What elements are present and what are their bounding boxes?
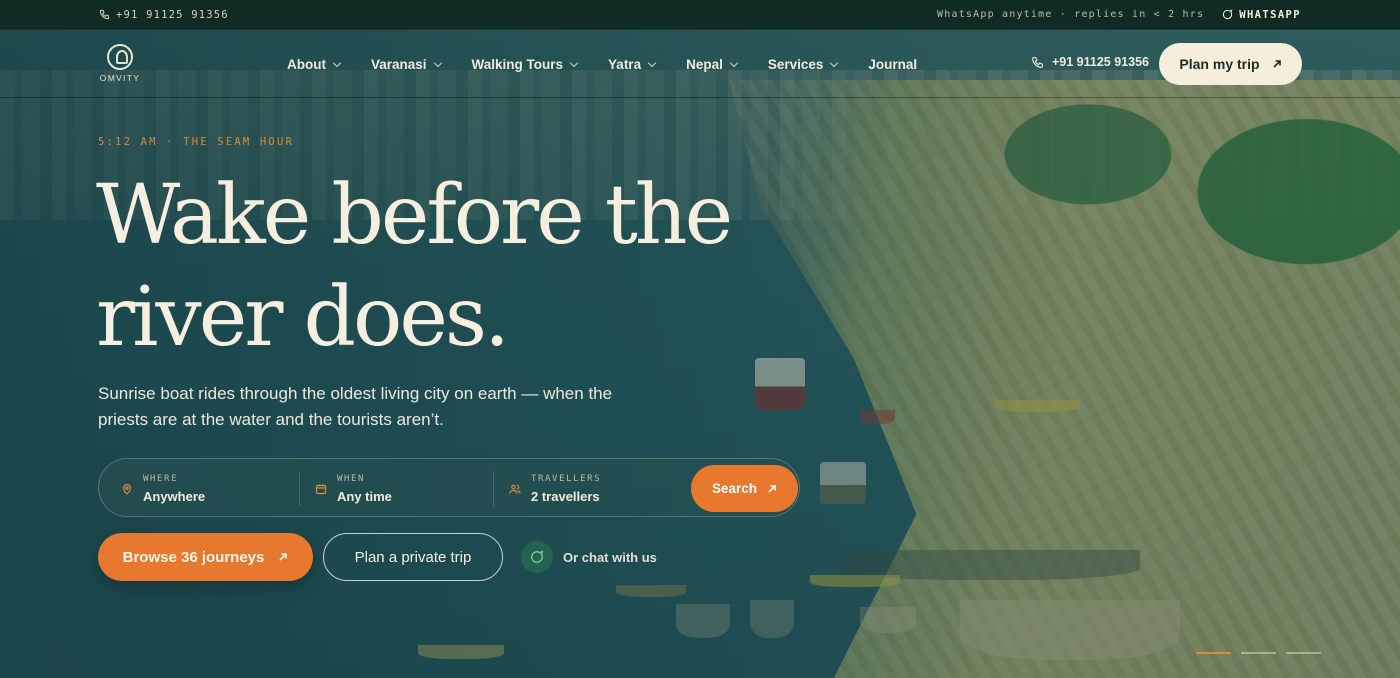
chevron-down-icon [332, 58, 342, 67]
chat-bubble-icon [1223, 9, 1233, 20]
nav-item-about[interactable]: About [287, 57, 342, 72]
topbar-phone: +91 91125 91356 [116, 8, 229, 21]
whatsapp-link[interactable]: WHATSAPP [1222, 9, 1301, 21]
phone-icon [99, 9, 110, 20]
chevron-down-icon [647, 58, 657, 67]
omvity-logo-icon [107, 44, 133, 70]
phone-icon [1032, 56, 1043, 68]
topbar-phone-link[interactable]: +91 91125 91356 [99, 9, 229, 21]
nav-item-journal[interactable]: Journal [868, 57, 917, 72]
nav-phone-link[interactable]: +91 91125 91356 [1031, 55, 1149, 69]
chevron-down-icon [830, 58, 839, 67]
main-navigation: OMVITY About Varanasi Walking Tours Yatr… [0, 30, 1400, 98]
slide-indicator[interactable] [1241, 652, 1276, 654]
nav-item-varanasi[interactable]: Varanasi [371, 57, 442, 72]
nav-item-services[interactable]: Services [768, 57, 839, 72]
search-button[interactable]: Search [691, 465, 798, 512]
travellers-field[interactable]: TRAVELLERS 2 travellers [509, 459, 601, 518]
where-field[interactable]: WHERE Anywhere [121, 459, 205, 518]
hero-headline: Wake before the river does. [96, 168, 733, 365]
hero-eyebrow: 5:12 AM · THE SEAM HOUR [98, 136, 294, 148]
whatsapp-note: WhatsApp anytime · replies in < 2 hrs [937, 9, 1205, 20]
chevron-down-icon [569, 58, 579, 67]
browse-journeys-button[interactable]: Browse 36 journeys [98, 533, 313, 581]
arrow-up-right-icon [768, 484, 776, 493]
trip-search-bar: WHERE Anywhere WHEN Any time TRAVELLERS … [98, 458, 800, 517]
when-field[interactable]: WHEN Any time [315, 459, 392, 518]
brand-logo[interactable]: OMVITY [97, 44, 143, 83]
chevron-down-icon [433, 58, 442, 67]
plan-private-trip-button[interactable]: Plan a private trip [323, 533, 503, 581]
calendar-icon [315, 484, 327, 494]
where-value: Anywhere [143, 488, 206, 504]
people-icon [509, 484, 521, 494]
whatsapp-icon [521, 541, 553, 573]
plan-my-trip-button[interactable]: Plan my trip [1159, 43, 1302, 85]
slide-indicator[interactable] [1196, 652, 1231, 654]
nav-item-yatra[interactable]: Yatra [608, 57, 657, 72]
chat-with-us-link[interactable]: Or chat with us [521, 541, 657, 573]
slide-indicators [1196, 652, 1321, 654]
utility-bar: +91 91125 91356 WhatsApp anytime · repli… [0, 0, 1400, 30]
map-pin-icon [122, 483, 132, 495]
hero-subtitle: Sunrise boat rides through the oldest li… [98, 384, 613, 429]
arrow-up-right-icon [1272, 60, 1281, 68]
chevron-down-icon [729, 58, 739, 67]
arrow-up-right-icon [279, 553, 288, 561]
when-value: Any time [337, 488, 392, 504]
brand-name: OMVITY [99, 73, 141, 83]
nav-menu: About Varanasi Walking Tours Yatra Nepal… [287, 30, 948, 98]
nav-item-walking-tours[interactable]: Walking Tours [472, 57, 579, 72]
nav-item-nepal[interactable]: Nepal [686, 57, 739, 72]
travellers-value: 2 travellers [531, 488, 600, 504]
slide-indicator[interactable] [1286, 652, 1321, 654]
